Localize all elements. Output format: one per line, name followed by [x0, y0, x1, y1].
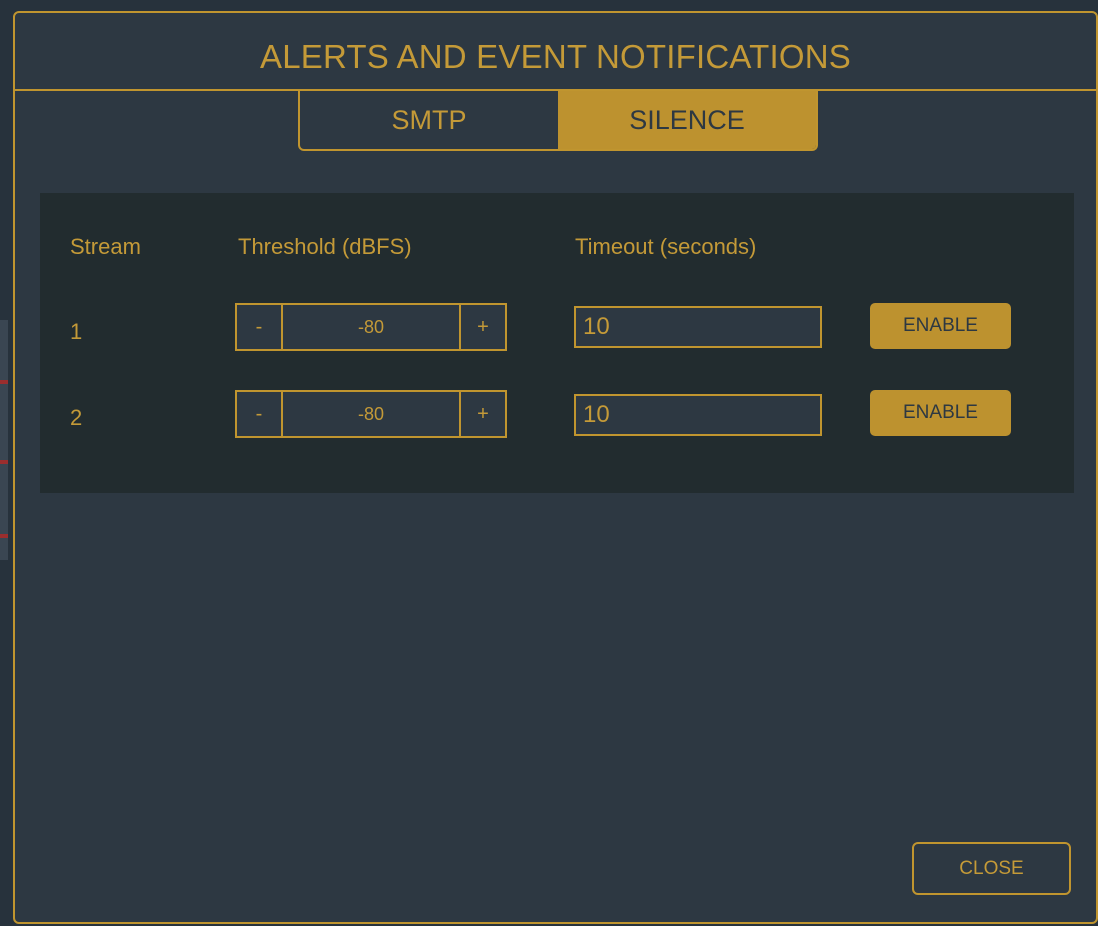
threshold-increment-button-1[interactable]: + [459, 305, 505, 349]
header-threshold: Threshold (dBFS) [238, 234, 412, 259]
tab-silence[interactable]: SILENCE [558, 91, 816, 149]
enable-button-1[interactable]: ENABLE [870, 303, 1011, 349]
threshold-decrement-button-1[interactable]: - [237, 305, 283, 349]
enable-button-2[interactable]: ENABLE [870, 390, 1011, 436]
background-marker [0, 534, 8, 538]
timeout-input-2[interactable] [574, 394, 822, 436]
stream-2-label: 2 [70, 405, 83, 430]
header-stream: Stream [70, 234, 141, 259]
threshold-value-1: -80 [357, 316, 384, 337]
dialog-header: ALERTS AND EVENT NOTIFICATIONS [15, 13, 1096, 91]
background-marker [0, 380, 8, 384]
alerts-dialog: ALERTS AND EVENT NOTIFICATIONS SMTP SILE… [13, 11, 1098, 924]
dialog-title: ALERTS AND EVENT NOTIFICATIONS [260, 38, 851, 75]
background-marker [0, 460, 8, 464]
background-panel-edge [0, 320, 8, 560]
threshold-value-2: -80 [357, 403, 384, 424]
stream-1-label: 1 [70, 319, 83, 344]
header-timeout: Timeout (seconds) [575, 234, 757, 259]
close-button[interactable]: CLOSE [912, 842, 1071, 895]
silence-settings-panel: Stream Threshold (dBFS) Timeout (seconds… [40, 193, 1074, 493]
threshold-stepper-2: - -80 + [235, 390, 507, 438]
threshold-decrement-button-2[interactable]: - [237, 392, 283, 436]
timeout-input-1[interactable] [574, 306, 822, 348]
tab-bar: SMTP SILENCE [298, 91, 818, 151]
tab-smtp[interactable]: SMTP [300, 91, 558, 149]
threshold-stepper-1: - -80 + [235, 303, 507, 351]
threshold-increment-button-2[interactable]: + [459, 392, 505, 436]
